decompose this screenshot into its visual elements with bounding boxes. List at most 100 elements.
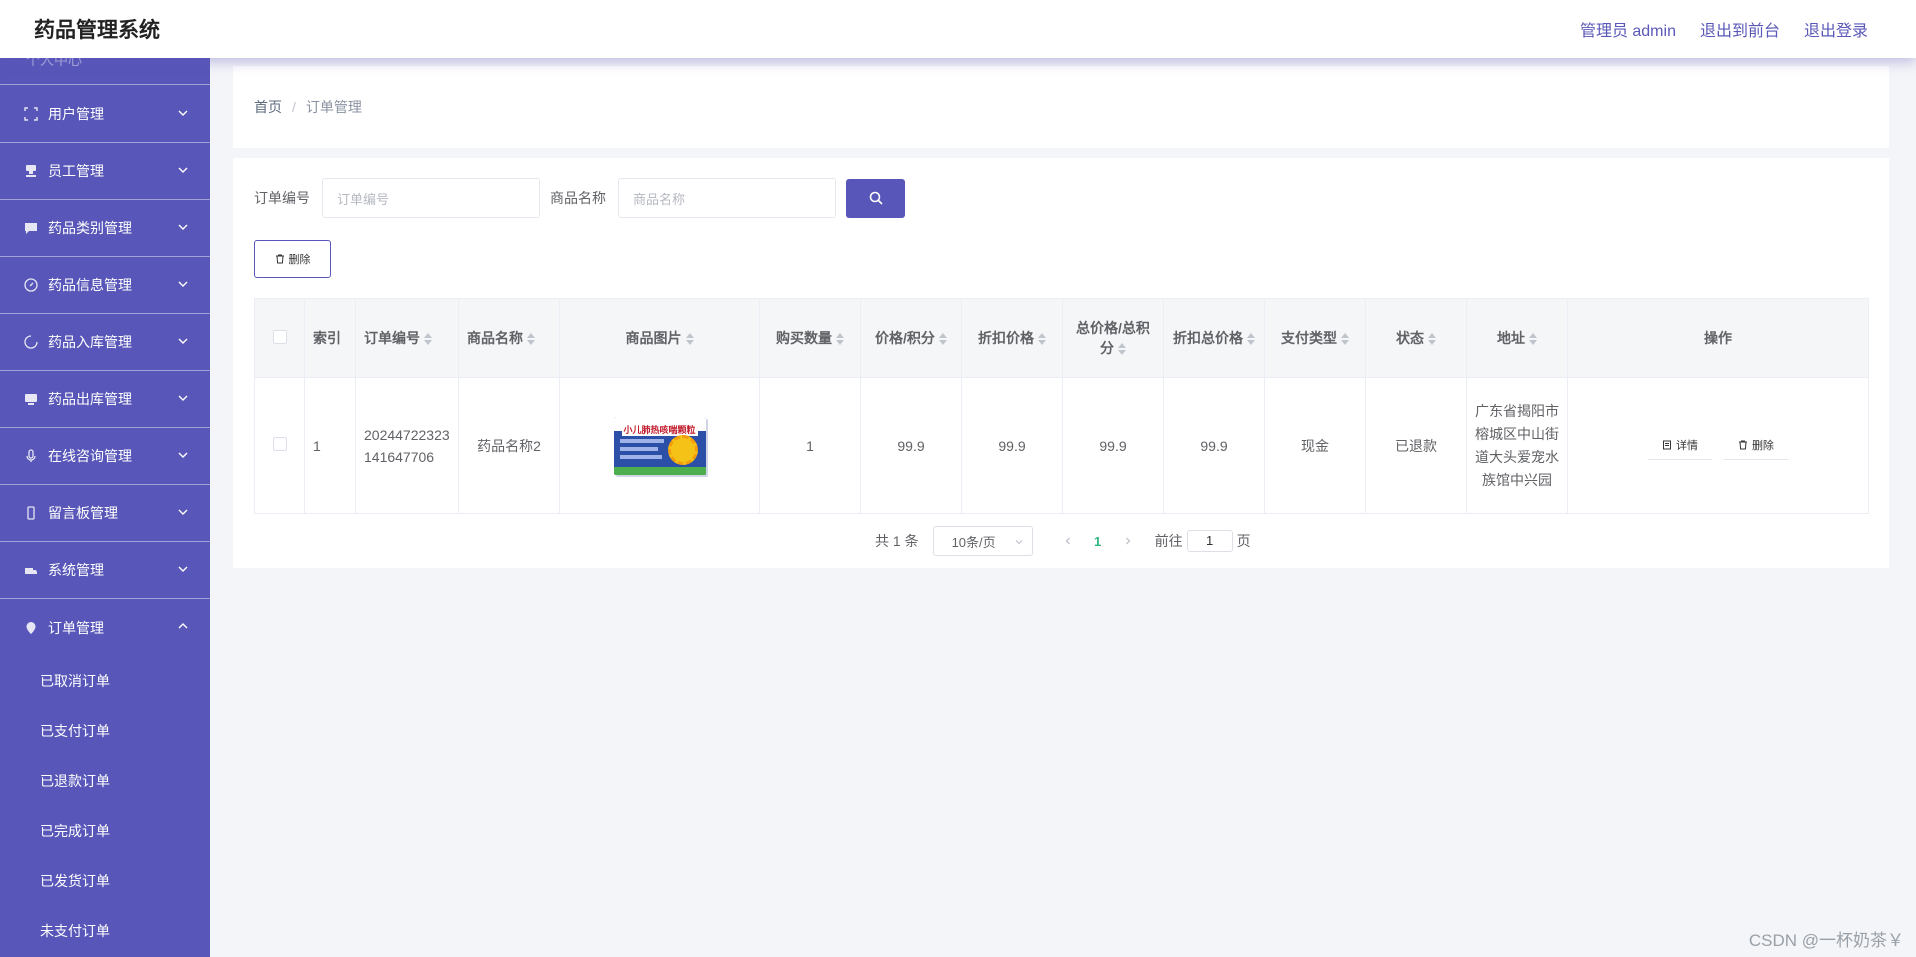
col-order-no[interactable]: 订单编号	[355, 298, 459, 378]
detail-button[interactable]: 详情	[1648, 431, 1713, 460]
loading-icon	[24, 335, 38, 349]
sidebar-item-users[interactable]: 用户管理	[0, 86, 210, 143]
sidebar-item-label: 在线咨询管理	[48, 448, 132, 464]
sidebar-item-drug-info[interactable]: 药品信息管理	[0, 257, 210, 314]
sort-icon[interactable]	[1428, 333, 1436, 346]
breadcrumb-separator: /	[292, 99, 296, 115]
product-name-input[interactable]: 商品名称	[618, 178, 836, 218]
col-pay-type[interactable]: 支付类型	[1264, 298, 1366, 378]
submenu-item-unpaid[interactable]: 未支付订单	[0, 906, 210, 956]
product-image[interactable]: 小儿肺热咳喘颗粒	[613, 416, 706, 475]
table-row: 1 20244722323141647706 药品名称2 小儿肺热咳喘颗粒 1	[254, 377, 1869, 514]
sidebar-item-orders[interactable]: 订单管理	[0, 599, 210, 656]
truck-icon	[24, 563, 38, 577]
col-quantity[interactable]: 购买数量	[759, 298, 861, 378]
sort-icon[interactable]	[1529, 333, 1537, 346]
chevron-down-icon	[178, 281, 188, 287]
chevron-down-icon	[178, 167, 188, 173]
col-discount-total[interactable]: 折扣总价格	[1163, 298, 1265, 378]
table-header-row: 索引 订单编号 商品名称 商品图片 购买数量 价格/积分 折扣价格 总价格/总积…	[254, 298, 1869, 378]
submenu-item-refunded[interactable]: 已退款订单	[0, 756, 210, 806]
chevron-up-icon	[178, 623, 188, 629]
batch-delete-label: 删除	[288, 254, 311, 266]
cell-discount-price: 99.9	[961, 377, 1063, 514]
chevron-down-icon	[178, 395, 188, 401]
sidebar-item-label: 药品入库管理	[48, 334, 132, 350]
sort-icon[interactable]	[685, 333, 694, 346]
fullscreen-icon	[24, 107, 38, 121]
row-delete-button[interactable]: 删除	[1723, 431, 1788, 460]
col-price[interactable]: 价格/积分	[860, 298, 962, 378]
chevron-down-icon	[178, 338, 188, 344]
col-total-price[interactable]: 总价格/总积分	[1062, 298, 1164, 378]
breadcrumb: 首页 / 订单管理	[233, 66, 1889, 148]
submenu-item-cancelled[interactable]: 已取消订单	[0, 656, 210, 706]
cell-discount-total: 99.9	[1163, 377, 1265, 514]
sort-icon[interactable]	[836, 333, 844, 346]
sort-icon[interactable]	[1118, 343, 1126, 356]
sidebar-item-drug-category[interactable]: 药品类别管理	[0, 200, 210, 257]
col-discount-price[interactable]: 折扣价格	[961, 298, 1063, 378]
sidebar-item-messages[interactable]: 留言板管理	[0, 485, 210, 542]
breadcrumb-home[interactable]: 首页	[254, 97, 282, 117]
chevron-right-icon	[1125, 537, 1130, 545]
sort-icon[interactable]	[527, 333, 535, 346]
col-address[interactable]: 地址	[1466, 298, 1568, 378]
sort-icon[interactable]	[1341, 333, 1349, 346]
submenu-item-shipped[interactable]: 已发货订单	[0, 856, 210, 906]
sort-icon[interactable]	[938, 333, 947, 346]
cell-price: 99.9	[860, 377, 962, 514]
top-header: 药品管理系统 管理员 admin 退出到前台 退出登录	[0, 0, 1916, 58]
sort-icon[interactable]	[1038, 333, 1046, 346]
batch-delete-button[interactable]: 删除	[254, 240, 331, 278]
stamp-icon	[24, 164, 38, 178]
chevron-down-icon	[178, 509, 188, 515]
sidebar-item-consult[interactable]: 在线咨询管理	[0, 428, 210, 485]
chevron-left-icon	[1065, 537, 1070, 545]
sidebar-item-label: 药品出库管理	[48, 391, 132, 407]
cell-total-price: 99.9	[1062, 377, 1164, 514]
order-no-label: 订单编号	[254, 190, 310, 206]
order-submenu: 已取消订单 已支付订单 已退款订单 已完成订单 已发货订单 未支付订单	[0, 656, 210, 956]
col-product-image[interactable]: 商品图片	[559, 298, 760, 378]
search-button[interactable]	[846, 178, 905, 218]
sidebar-item-label: 员工管理	[48, 163, 104, 179]
submenu-item-paid[interactable]: 已支付订单	[0, 706, 210, 756]
col-actions: 操作	[1567, 298, 1869, 378]
page-suffix: 页	[1236, 533, 1251, 549]
sidebar-item-label: 留言板管理	[48, 505, 118, 521]
sidebar-item-stock-in[interactable]: 药品入库管理	[0, 314, 210, 371]
logout-link[interactable]: 退出登录	[1804, 17, 1868, 41]
breadcrumb-current: 订单管理	[305, 99, 362, 115]
chevron-down-icon	[178, 224, 188, 230]
sort-icon[interactable]	[424, 333, 432, 346]
compass-icon	[24, 278, 38, 292]
col-label: 折扣价格	[978, 330, 1034, 346]
pagination: 共 1 条 10条/页 1 前往 1 页	[875, 526, 1251, 556]
prev-page-button[interactable]	[1053, 533, 1083, 549]
goto-label: 前往	[1154, 533, 1183, 549]
page-size-select[interactable]: 10条/页	[932, 526, 1033, 556]
sidebar-menu: 用户管理 员工管理 药品类别管理 药品信息管理 药品入库管理 药品出库管理 在线…	[0, 86, 210, 956]
row-checkbox[interactable]	[272, 437, 287, 451]
col-status[interactable]: 状态	[1365, 298, 1467, 378]
col-label: 地址	[1497, 330, 1525, 346]
next-page-button[interactable]	[1113, 533, 1143, 549]
sort-icon[interactable]	[1247, 333, 1255, 346]
submenu-item-completed[interactable]: 已完成订单	[0, 806, 210, 856]
cell-status: 已退款	[1365, 377, 1467, 514]
sidebar-item-staff[interactable]: 员工管理	[0, 143, 210, 200]
order-no-input[interactable]: 订单编号	[322, 178, 540, 218]
page-number[interactable]: 1	[1083, 534, 1113, 549]
row-delete-label: 删除	[1751, 440, 1774, 452]
exit-to-front-link[interactable]: 退出到前台	[1700, 17, 1780, 41]
admin-user-link[interactable]: 管理员 admin	[1580, 17, 1676, 41]
goto-page-input[interactable]: 1	[1186, 530, 1233, 552]
col-label: 状态	[1396, 330, 1424, 346]
col-product-name[interactable]: 商品名称	[458, 298, 560, 378]
sidebar-item-stock-out[interactable]: 药品出库管理	[0, 371, 210, 428]
total-count: 共 1 条	[875, 533, 919, 549]
select-all-checkbox[interactable]	[272, 329, 287, 344]
cell-order-no: 20244722323141647706	[355, 377, 459, 514]
sidebar-item-system[interactable]: 系统管理	[0, 542, 210, 599]
